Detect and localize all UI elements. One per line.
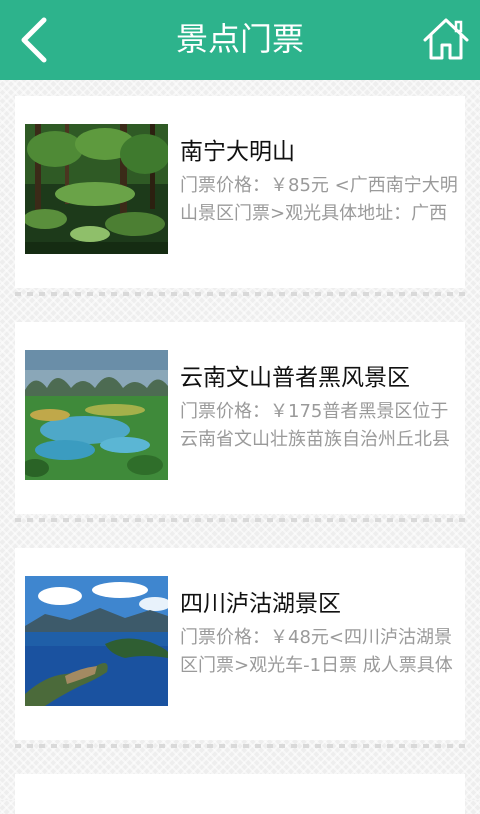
spot-description: 门票价格：￥48元<四川泸沽湖景区门票>观光车-1日票 成人票具体 bbox=[180, 627, 453, 676]
spot-card[interactable]: 云南文山普者黑风景区 门票价格：￥175普者黑景区位于云南省文山壮族苗族自治州丘… bbox=[15, 322, 465, 522]
spot-card[interactable]: 南宁大明山 门票价格：￥85元 <广西南宁大明山景区门票>观光具体地址：广西 bbox=[15, 96, 465, 296]
spot-name: 云南文山普者黑风景区 bbox=[180, 365, 410, 391]
spot-card[interactable]: 四川泸沽湖景区 门票价格：￥48元<四川泸沽湖景区门票>观光车-1日票 成人票具… bbox=[15, 548, 465, 748]
spot-thumbnail bbox=[25, 576, 168, 706]
spot-description: 门票价格：￥175普者黑景区位于云南省文山壮族苗族自治州丘北县 bbox=[180, 401, 450, 450]
chevron-left-icon bbox=[21, 17, 47, 63]
page-title: 景点门票 bbox=[175, 20, 304, 58]
spot-thumbnail bbox=[25, 350, 168, 480]
back-button[interactable] bbox=[10, 12, 60, 68]
spot-name: 四川泸沽湖景区 bbox=[180, 591, 341, 617]
app-header: 景点门票 bbox=[0, 0, 480, 80]
spot-thumbnail bbox=[25, 124, 168, 254]
spot-card[interactable] bbox=[15, 774, 465, 814]
spot-description: 门票价格：￥85元 <广西南宁大明山景区门票>观光具体地址：广西 bbox=[180, 175, 458, 224]
home-icon bbox=[423, 18, 469, 60]
card-edge bbox=[15, 518, 465, 522]
spot-name: 南宁大明山 bbox=[180, 139, 295, 165]
home-button[interactable] bbox=[420, 14, 472, 66]
card-edge bbox=[15, 292, 465, 296]
card-edge bbox=[15, 744, 465, 748]
